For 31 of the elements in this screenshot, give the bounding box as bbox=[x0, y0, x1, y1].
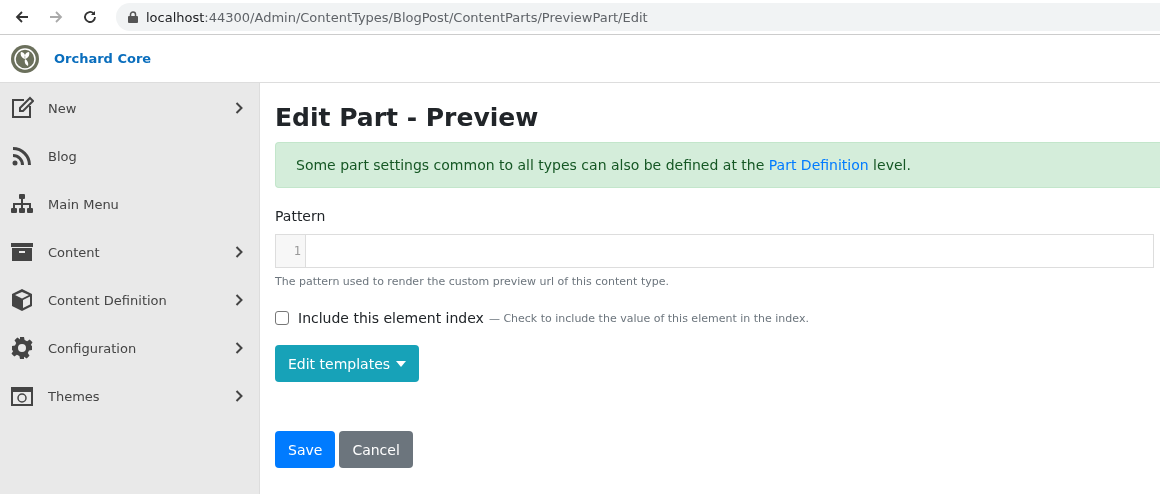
back-icon[interactable] bbox=[14, 9, 30, 25]
archive-box-icon bbox=[10, 240, 34, 264]
address-bar[interactable]: localhost:44300/Admin/ContentTypes/BlogPost/ContentParts/PreviewPart/Edit bbox=[116, 3, 1160, 31]
cancel-button[interactable]: Cancel bbox=[339, 431, 413, 468]
alert-text: Some part settings common to all types can also be defined at the Part Definition level. bbox=[296, 157, 911, 173]
sidebar-item[interactable]: Content bbox=[0, 228, 259, 276]
sidebar-item[interactable]: Blog bbox=[0, 132, 259, 180]
edit-icon bbox=[10, 96, 34, 120]
checkbox-label: Include this element index bbox=[298, 310, 484, 326]
cube-icon bbox=[10, 288, 34, 312]
sitemap-icon bbox=[10, 192, 34, 216]
checkbox-hint: — Check to include the value of this element in the index. bbox=[488, 311, 809, 325]
lock-icon bbox=[128, 11, 138, 23]
gear-icon bbox=[10, 336, 34, 360]
caret-icon bbox=[396, 360, 407, 367]
field-label: Pattern bbox=[275, 208, 327, 224]
field-hint: The pattern used to render the custom preview url of this content type. bbox=[275, 275, 670, 288]
page-title: Edit Part - Preview bbox=[275, 103, 540, 132]
sidebar-item[interactable]: Themes bbox=[0, 372, 259, 420]
save-button[interactable]: Save bbox=[275, 431, 336, 468]
reload-icon[interactable] bbox=[82, 9, 98, 25]
browser-window-icon bbox=[10, 384, 34, 408]
line-number: 1 bbox=[276, 235, 306, 267]
logo-icon[interactable] bbox=[10, 43, 40, 74]
sidebar-item[interactable]: New bbox=[0, 84, 259, 132]
rss-icon bbox=[10, 144, 34, 168]
sidebar-item[interactable]: Content Definition bbox=[0, 276, 259, 324]
sidebar-item[interactable]: Configuration bbox=[0, 324, 259, 372]
checkbox[interactable] bbox=[275, 311, 289, 325]
brand-link[interactable]: Orchard Core bbox=[54, 51, 152, 66]
sidebar-item[interactable]: Main Menu bbox=[0, 180, 259, 228]
